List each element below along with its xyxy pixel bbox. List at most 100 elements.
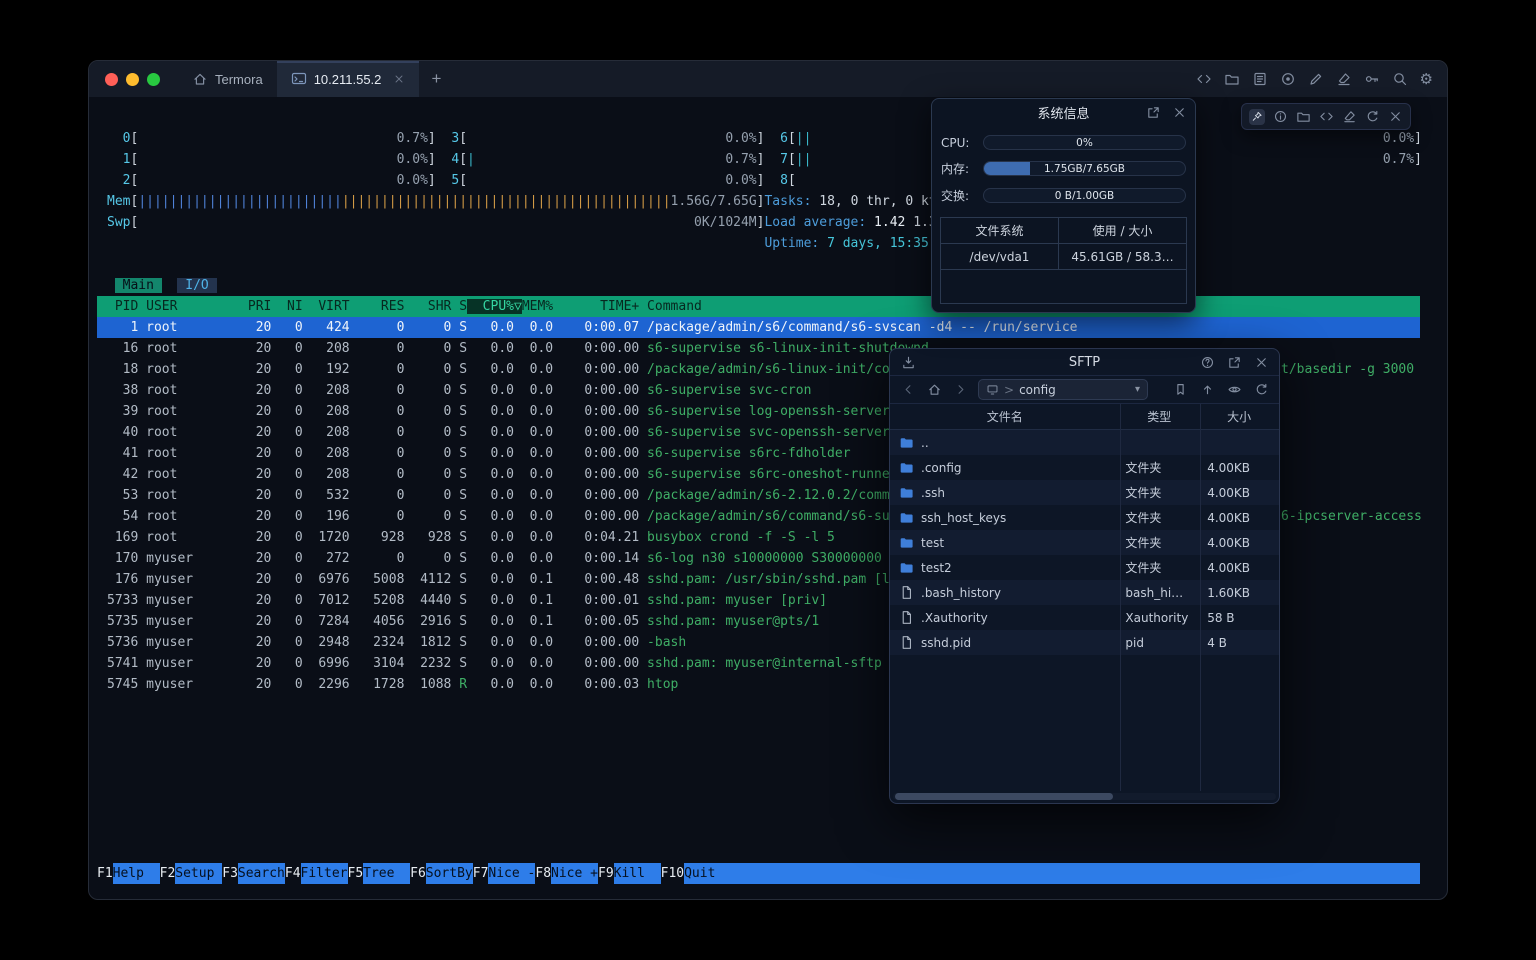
file-name: .config [921,461,962,475]
fnkey-F1: F1 [97,863,113,884]
zoom-window-button[interactable] [147,73,160,86]
sftp-file-row[interactable]: .config文件夹4.00KB [890,455,1279,480]
sftp-window: SFTP > config ▾ [889,348,1280,804]
sftp-file-row[interactable]: ssh_host_keys文件夹4.00KB [890,505,1279,530]
column-divider [1120,404,1121,791]
open-in-window-icon[interactable] [1145,104,1161,120]
bookmark-icon[interactable] [1172,382,1188,398]
sftp-file-row[interactable]: .. [890,430,1279,455]
fn-tree-button[interactable]: Tree [363,863,410,884]
file-size: 58 B [1199,611,1279,625]
sftp-file-row[interactable]: .XauthorityXauthority58 B [890,605,1279,630]
minimize-window-button[interactable] [126,73,139,86]
filesystem-row[interactable]: /dev/vda1 45.61GB / 58.3… [941,244,1186,270]
fn-kill-button[interactable]: Kill [614,863,661,884]
close-icon[interactable] [1387,109,1403,125]
sftp-file-row[interactable]: .ssh文件夹4.00KB [890,480,1279,505]
help-icon[interactable] [1199,354,1215,370]
fnkey-F10: F10 [661,863,684,884]
folder-icon[interactable] [1295,109,1311,125]
column-divider [1200,404,1201,791]
sftp-title-bar[interactable]: SFTP [890,349,1279,376]
folder-icon [898,460,914,476]
screen-tab-main[interactable]: Main [115,278,162,293]
file-name: test [921,536,944,550]
scrollbar-thumb[interactable] [895,793,1113,800]
clear-icon[interactable] [1341,109,1357,125]
sftp-table-header[interactable]: 文件名 类型 大小 [890,404,1279,430]
process-row-1[interactable]: 1 root 20 0 424 0 0 S 0.0 0.0 0:00.07 /p… [97,317,1420,338]
file-size: 4 B [1199,636,1279,650]
tab-bar: Termora 10.211.55.2 + ⚙ [89,61,1447,97]
chevron-down-icon[interactable]: ▾ [1135,384,1140,395]
sftp-file-row[interactable]: test2文件夹4.00KB [890,555,1279,580]
termora-window: Termora 10.211.55.2 + ⚙ 0[ [88,60,1448,900]
forward-icon[interactable] [952,382,968,398]
fn-filter-button[interactable]: Filter [301,863,348,884]
code-icon[interactable] [1196,71,1212,87]
info-icon[interactable] [1272,109,1288,125]
fnkey-F2: F2 [160,863,176,884]
usage-column-header: 使用 / 大小 [1059,218,1186,243]
file-name: ssh_host_keys [921,511,1006,525]
close-window-button[interactable] [105,73,118,86]
fnbar-filler [731,863,1420,884]
fnkey-F6: F6 [410,863,426,884]
sftp-file-row[interactable]: .bash_historybash_hi…1.60KB [890,580,1279,605]
fn-quit-button[interactable]: Quit [684,863,731,884]
sort-column-header[interactable]: CPU%▽ [467,299,522,314]
process-table-header[interactable]: PID USER PRI NI VIRT RES SHR S CPU%▽MEM%… [97,296,1420,317]
fnkey-F9: F9 [598,863,614,884]
system-info-panel: 系统信息 CPU: 0% 内存: 1.75GB/7.65GB 交换: 0 B/1… [931,98,1196,313]
upload-icon[interactable] [1199,382,1215,398]
cpu-meter: CPU: 0% [932,135,1195,150]
fn-setup-button[interactable]: Setup [175,863,222,884]
folder-icon[interactable] [1224,71,1240,87]
fn-nice-button[interactable]: Nice + [551,863,598,884]
horizontal-scrollbar[interactable] [893,793,1276,800]
key-icon[interactable] [1364,71,1380,87]
edit-icon[interactable] [1308,71,1324,87]
memory-meter-row: Mem[||||||||||||||||||||||||||||||||||||… [97,191,1420,212]
close-icon[interactable] [1171,104,1187,120]
file-icon [898,585,914,601]
record-icon[interactable] [1280,71,1296,87]
screen-tab-io[interactable]: I/O [177,278,216,293]
folder-icon [898,435,914,451]
erase-icon[interactable] [1336,71,1352,87]
tab-home[interactable]: Termora [178,61,277,97]
code-icon[interactable] [1318,109,1334,125]
log-icon[interactable] [1252,71,1268,87]
show-hidden-icon[interactable] [1226,382,1242,398]
htop-function-bar: F1Help F2Setup F3SearchF4FilterF5Tree F6… [97,863,1420,884]
panel-toolbar [1241,103,1411,130]
home-icon[interactable] [926,382,942,398]
path-breadcrumb[interactable]: > config ▾ [978,379,1148,400]
tab-close-icon[interactable] [392,73,405,86]
file-name: .Xauthority [921,611,988,625]
new-tab-button[interactable]: + [419,61,453,97]
memory-meter: 内存: 1.75GB/7.65GB [932,160,1195,177]
file-type: pid [1119,636,1199,650]
refresh-icon[interactable] [1253,382,1269,398]
search-icon[interactable] [1392,71,1408,87]
tab-session[interactable]: 10.211.55.2 [277,61,420,97]
fn-help-button[interactable]: Help [113,863,160,884]
fn-search-button[interactable]: Search [238,863,285,884]
fnkey-F7: F7 [473,863,489,884]
pin-icon[interactable] [1249,109,1265,125]
swap-meter-row: Swp[ 0K/1024M]Load average: 1.42 1.38 1.… [97,212,1420,233]
fn-sortby-button[interactable]: SortBy [426,863,473,884]
refresh-icon[interactable] [1364,109,1380,125]
fnkey-F5: F5 [348,863,364,884]
blank-row [97,254,1420,275]
close-icon[interactable] [1253,354,1269,370]
open-in-window-icon[interactable] [1226,354,1242,370]
sftp-file-row[interactable]: sshd.pidpid4 B [890,630,1279,655]
settings-icon[interactable]: ⚙ [1420,71,1433,87]
sftp-file-row[interactable]: test文件夹4.00KB [890,530,1279,555]
swap-meter: 交换: 0 B/1.00GB [932,187,1195,204]
back-icon[interactable] [900,382,916,398]
fn-nice-button[interactable]: Nice - [488,863,535,884]
type-column-header: 类型 [1119,404,1199,429]
